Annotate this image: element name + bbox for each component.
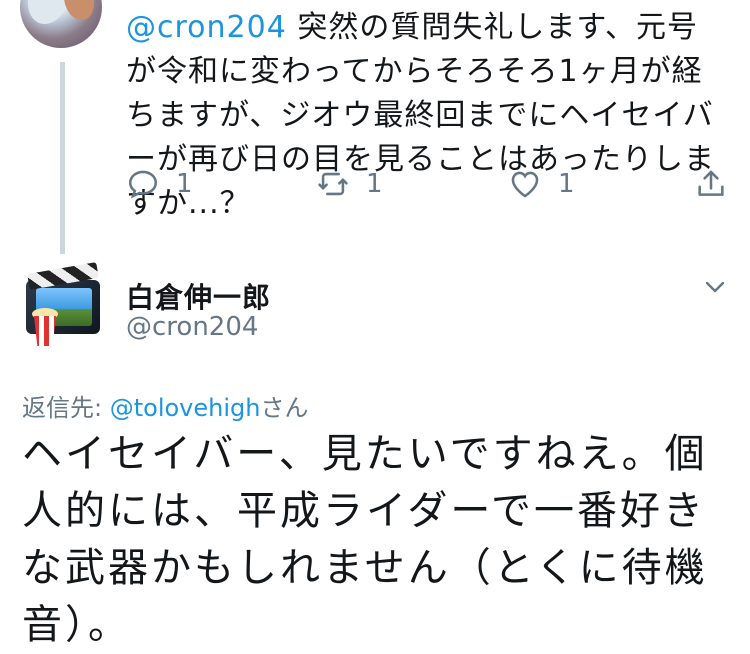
retweet-icon: [318, 172, 348, 196]
replying-mention-link[interactable]: @tolovehigh: [110, 394, 261, 422]
replying-suffix: さん: [260, 394, 309, 422]
like-button[interactable]: 1: [508, 164, 575, 204]
author-avatar[interactable]: [22, 262, 106, 350]
author-display-name[interactable]: 白倉伸一郎: [126, 276, 271, 316]
share-button[interactable]: [694, 164, 728, 204]
avatar-detail: [28, 0, 68, 24]
replying-prefix: 返信先:: [22, 394, 110, 422]
thread-connector-line: [60, 62, 65, 254]
share-icon: [698, 170, 724, 196]
popcorn-icon: [34, 316, 56, 346]
retweet-count: 1: [366, 169, 383, 199]
reply-count: 1: [176, 169, 193, 199]
reply-mention-link[interactable]: @cron204: [126, 10, 287, 45]
reply-author-avatar[interactable]: [20, 0, 102, 48]
reply-action-bar: 1 1 1: [126, 164, 736, 204]
reply-icon: [128, 170, 158, 199]
author-handle[interactable]: @cron204: [126, 312, 258, 342]
reply-button[interactable]: 1: [126, 164, 193, 204]
tweet-text: ヘイセイバー、見たいですねえ。個人的には、平成ライダーで一番好きな武器かもしれま…: [22, 431, 708, 648]
heart-icon: [511, 171, 539, 198]
retweet-button[interactable]: 1: [316, 164, 383, 204]
like-count: 1: [558, 169, 575, 199]
chevron-down-icon[interactable]: [700, 276, 730, 298]
avatar-detail: [64, 0, 94, 20]
replying-to-line: 返信先: @tolovehighさん: [22, 388, 308, 423]
